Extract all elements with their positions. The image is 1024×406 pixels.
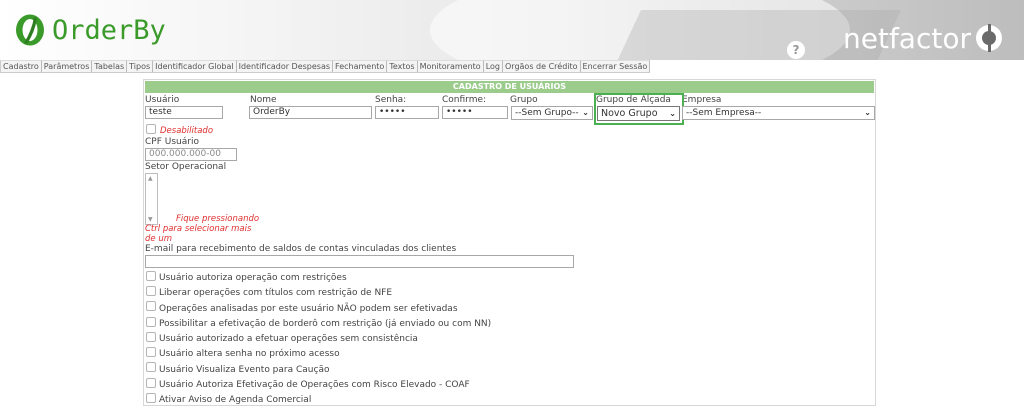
label-altera-senha: Usuário altera senha no próximo acesso	[159, 349, 340, 359]
desabilitado-label: Desabilitado	[160, 126, 214, 136]
menu-item-orgaos-credito[interactable]: Orgãos de Crédito	[503, 60, 581, 73]
label-sem-consistencia: Usuário autorizado a efetuar operações s…	[159, 334, 418, 344]
setor-hint-3: de um	[145, 234, 172, 244]
usuario-label: Usuário	[145, 95, 180, 105]
label-liberar-nfe: Liberar operações com títulos com restri…	[159, 288, 393, 298]
netfactor-logo: netfactor	[843, 20, 1005, 56]
grupo-label: Grupo	[510, 95, 538, 105]
orderby-logo: OrderBy	[14, 12, 166, 48]
label-bordero-restricao: Possibilitar a efetivação de borderô com…	[159, 319, 492, 329]
menu-item-textos[interactable]: Textos	[387, 60, 418, 73]
checkbox-evento-caucao[interactable]	[146, 362, 156, 372]
chevron-down-icon: ⌄	[669, 108, 676, 118]
checkbox-sem-consistencia[interactable]	[146, 332, 156, 342]
menu-item-cadastro[interactable]: Cadastro	[0, 60, 42, 73]
email-input[interactable]	[145, 255, 574, 268]
usuario-input[interactable]: teste	[145, 106, 223, 119]
desabilitado-checkbox[interactable]	[146, 124, 156, 134]
chevron-down-icon: ⌄	[582, 108, 589, 117]
empresa-label: Empresa	[682, 95, 722, 105]
grupo-alcada-select[interactable]: Novo Grupo ⌄	[597, 106, 680, 121]
nome-input[interactable]: OrderBy	[249, 106, 372, 119]
netfactor-logo-text: netfactor	[843, 21, 971, 55]
setor-listbox[interactable]: ▲ ▼	[145, 173, 158, 225]
checkbox-bordero-restricao[interactable]	[146, 317, 156, 327]
grupo-alcada-select-value: Novo Grupo	[601, 107, 658, 119]
checkbox-nao-efetivadas[interactable]	[146, 301, 156, 311]
orderby-logo-icon	[16, 14, 44, 46]
menu-item-identificador-despesas[interactable]: Identificador Despesas	[236, 60, 334, 73]
senha-label: Senha:	[375, 95, 407, 105]
menu-item-parametros[interactable]: Parâmetros	[41, 60, 93, 73]
label-agenda-comercial: Ativar Aviso de Agenda Comercial	[159, 395, 312, 405]
checkbox-risco-coaf[interactable]	[146, 378, 156, 388]
cpf-input[interactable]: 000.000.000-00	[145, 148, 237, 161]
netfactor-logo-icon	[975, 24, 1002, 52]
label-autoriza-restricoes: Usuário autoriza operação com restrições	[159, 273, 347, 283]
grupo-select-value: --Sem Grupo--	[515, 108, 579, 118]
help-icon[interactable]: ?	[787, 41, 805, 59]
setor-label: Setor Operacional	[145, 162, 227, 172]
empresa-select-value: --Sem Empresa--	[686, 108, 762, 118]
checkbox-liberar-nfe[interactable]	[146, 286, 156, 296]
confirme-input[interactable]: •••••	[442, 106, 508, 119]
label-risco-coaf: Usuário Autoriza Efetivação de Operações…	[159, 380, 470, 390]
menu-item-encerrar-sessao[interactable]: Encerrar Sessão	[580, 60, 651, 73]
menu-item-tipos[interactable]: Tipos	[127, 60, 154, 73]
nome-label: Nome	[250, 95, 277, 105]
label-nao-efetivadas: Operações analisadas por este usuário NÃ…	[159, 304, 458, 314]
menu-item-fechamento[interactable]: Fechamento	[333, 60, 388, 73]
empresa-select[interactable]: --Sem Empresa-- ⌄	[682, 106, 875, 120]
setor-hint-2: Ctrl para selecionar mais	[145, 224, 252, 234]
chevron-down-icon: ⌄	[864, 108, 871, 117]
checkbox-autoriza-restricoes[interactable]	[146, 271, 156, 281]
menu-item-tabelas[interactable]: Tabelas	[92, 60, 128, 73]
panel-title: CADASTRO DE USUÁRIOS	[145, 81, 874, 93]
user-registration-panel: CADASTRO DE USUÁRIOS Usuário Nome Senha:…	[143, 79, 876, 406]
menu-item-log[interactable]: Log	[483, 60, 503, 73]
cpf-label: CPF Usuário	[145, 137, 199, 147]
main-menu: Cadastro Parâmetros Tabelas Tipos Identi…	[0, 60, 651, 73]
app-header: OrderBy ? netfactor	[0, 0, 1024, 60]
scroll-down-icon[interactable]: ▼	[148, 216, 153, 223]
setor-hint-1: Fique pressionando	[176, 214, 260, 224]
menu-item-monitoramento[interactable]: Monitoramento	[417, 60, 484, 73]
orderby-logo-text: OrderBy	[52, 14, 166, 46]
senha-input[interactable]: •••••	[375, 106, 439, 119]
menu-item-identificador-global[interactable]: Identificador Global	[153, 60, 237, 73]
grupo-select[interactable]: --Sem Grupo-- ⌄	[511, 106, 593, 120]
label-evento-caucao: Usuário Visualiza Evento para Caução	[159, 365, 330, 375]
checkbox-agenda-comercial[interactable]	[146, 393, 156, 403]
confirme-label: Confirme:	[442, 95, 487, 105]
email-label: E-mail para recebimento de saldos de con…	[145, 244, 457, 254]
scroll-up-icon[interactable]: ▲	[148, 175, 153, 182]
checkbox-altera-senha[interactable]	[146, 347, 156, 357]
